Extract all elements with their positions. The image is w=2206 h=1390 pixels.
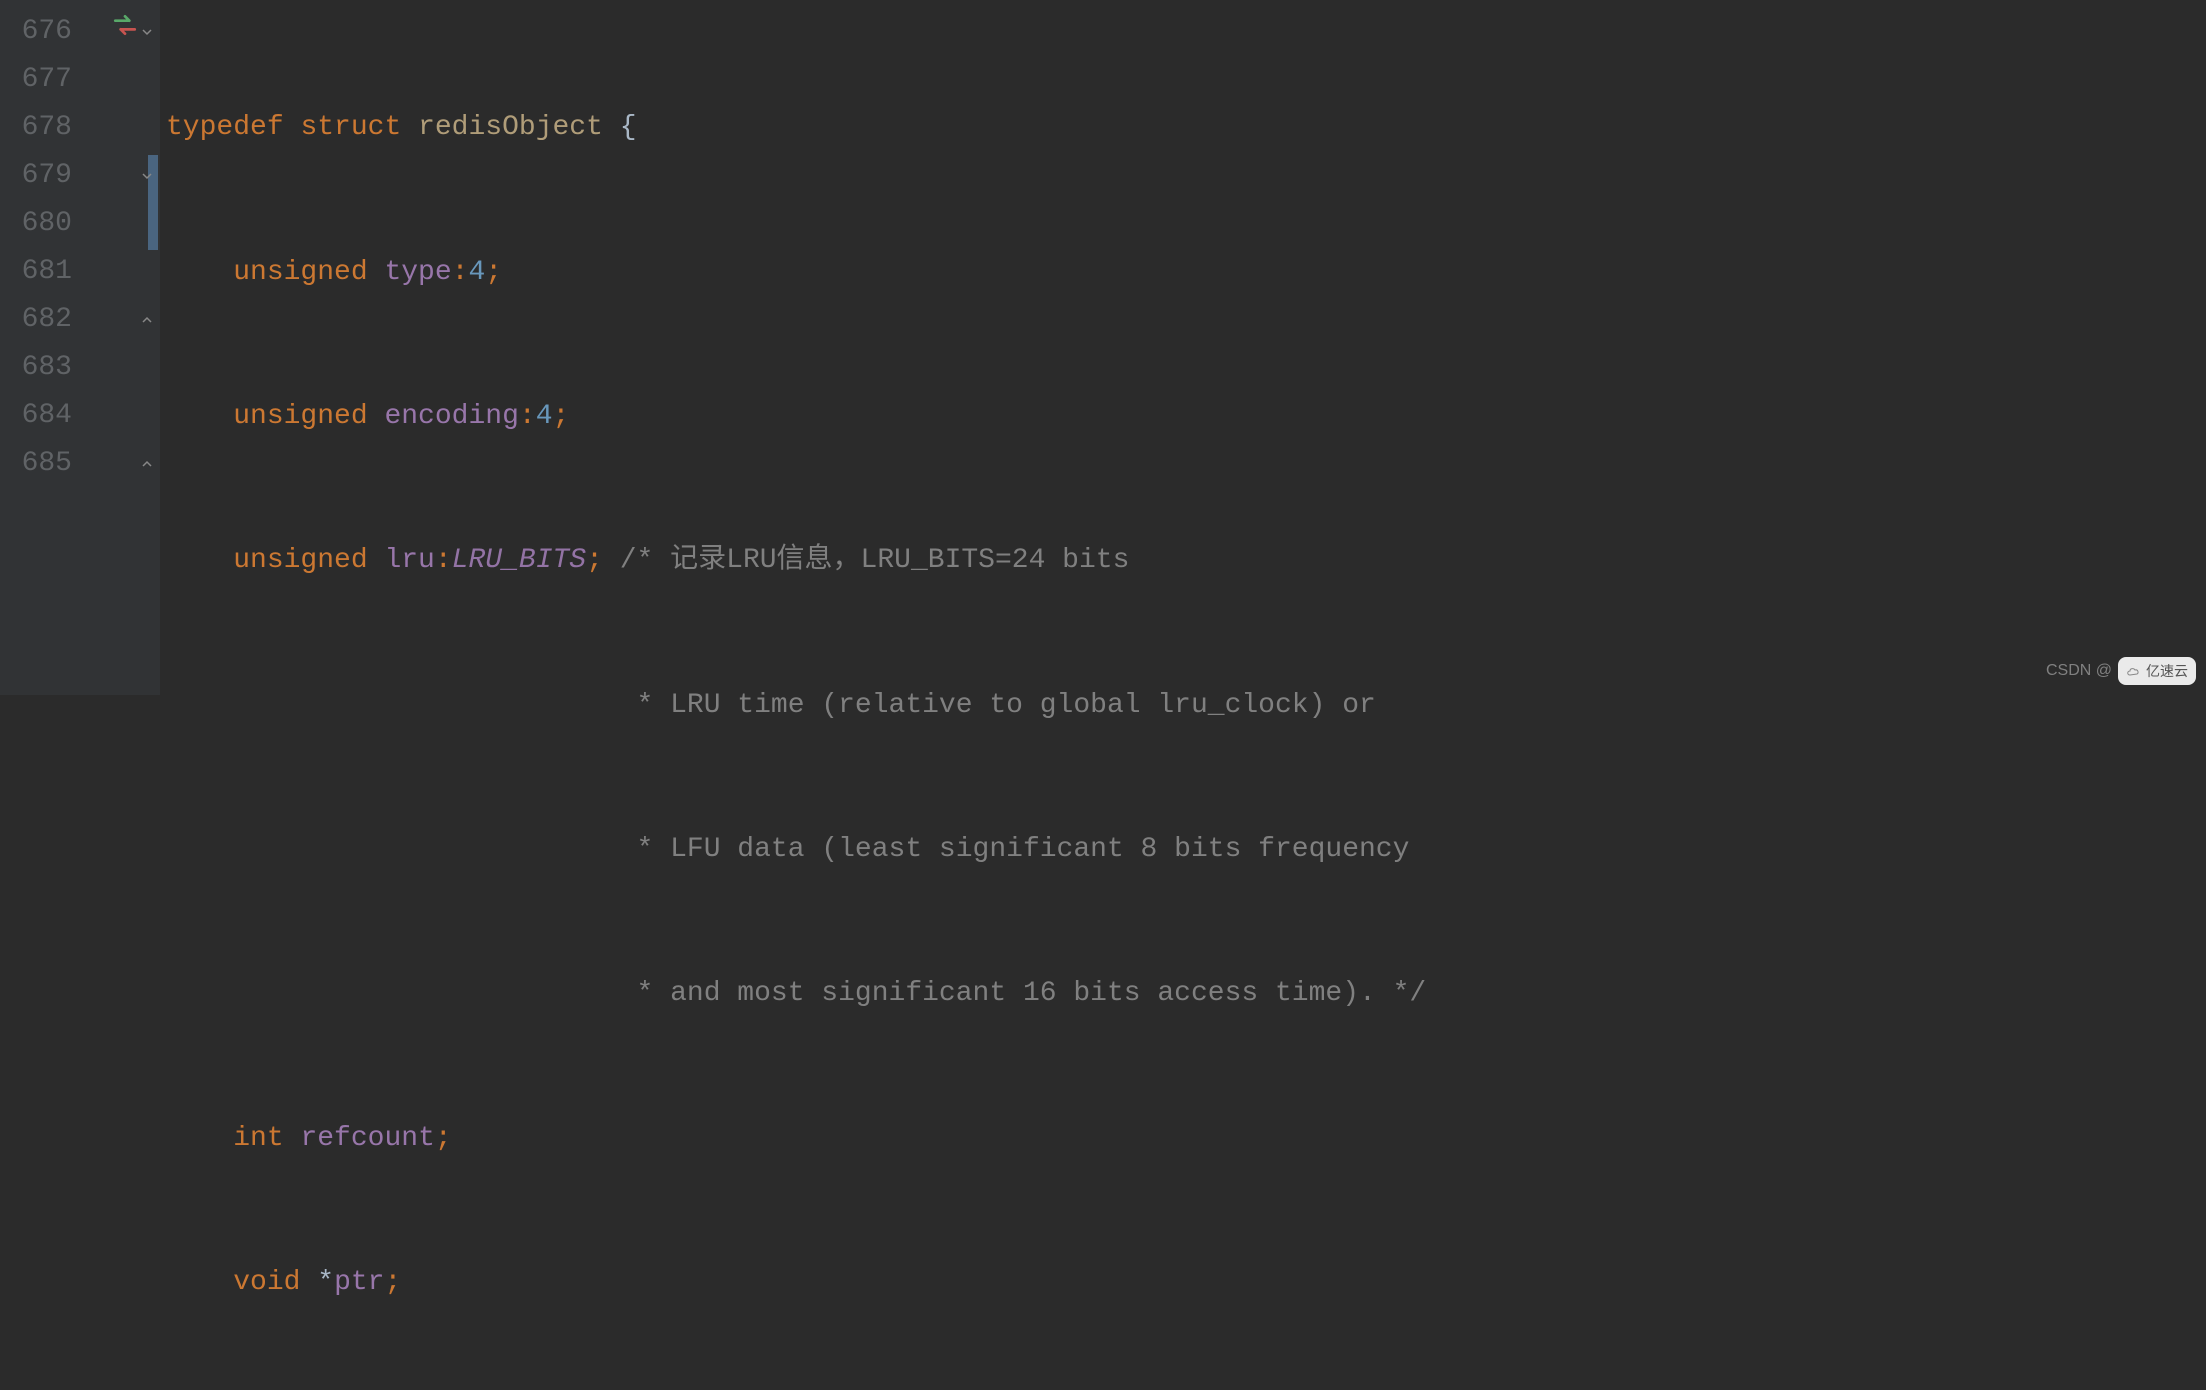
line-number-gutter: 676 677 678 679 680 681 682 683 684 685 bbox=[0, 0, 90, 695]
code-line: * LRU time (relative to global lru_clock… bbox=[166, 682, 2206, 730]
line-number: 682 bbox=[0, 296, 72, 344]
watermark-badge: 亿速云 bbox=[2118, 657, 2196, 685]
watermark-text: CSDN @ bbox=[2046, 657, 2112, 685]
line-number: 683 bbox=[0, 344, 72, 392]
code-line: typedef struct redisObject { bbox=[166, 104, 2206, 152]
line-number: 681 bbox=[0, 248, 72, 296]
line-number: 684 bbox=[0, 392, 72, 440]
line-number: 678 bbox=[0, 104, 72, 152]
fold-open-icon[interactable] bbox=[138, 167, 156, 185]
watermark: CSDN @ 亿速云 bbox=[2046, 657, 2196, 685]
icon-gutter bbox=[90, 0, 160, 695]
code-content[interactable]: typedef struct redisObject { unsigned ty… bbox=[160, 0, 2206, 695]
code-editor[interactable]: 676 677 678 679 680 681 682 683 684 685 bbox=[0, 0, 2206, 695]
code-line: unsigned lru:LRU_BITS; /* 记录LRU信息，LRU_BI… bbox=[166, 537, 2206, 585]
fold-close-icon[interactable] bbox=[138, 455, 156, 473]
line-number: 677 bbox=[0, 56, 72, 104]
fold-close-icon[interactable] bbox=[138, 311, 156, 329]
line-number: 685 bbox=[0, 440, 72, 488]
fold-open-icon[interactable] bbox=[138, 23, 156, 41]
cloud-icon bbox=[2126, 665, 2142, 677]
line-number: 676 bbox=[0, 8, 72, 56]
line-number: 679 bbox=[0, 152, 72, 200]
swap-icon[interactable] bbox=[112, 8, 138, 56]
code-line: * LFU data (least significant 8 bits fre… bbox=[166, 826, 2206, 874]
line-number: 680 bbox=[0, 200, 72, 248]
code-line: * and most significant 16 bits access ti… bbox=[166, 970, 2206, 1018]
code-line: unsigned type:4; bbox=[166, 249, 2206, 297]
code-line: unsigned encoding:4; bbox=[166, 393, 2206, 441]
code-line: int refcount; bbox=[166, 1115, 2206, 1163]
code-line: void *ptr; bbox=[166, 1259, 2206, 1307]
